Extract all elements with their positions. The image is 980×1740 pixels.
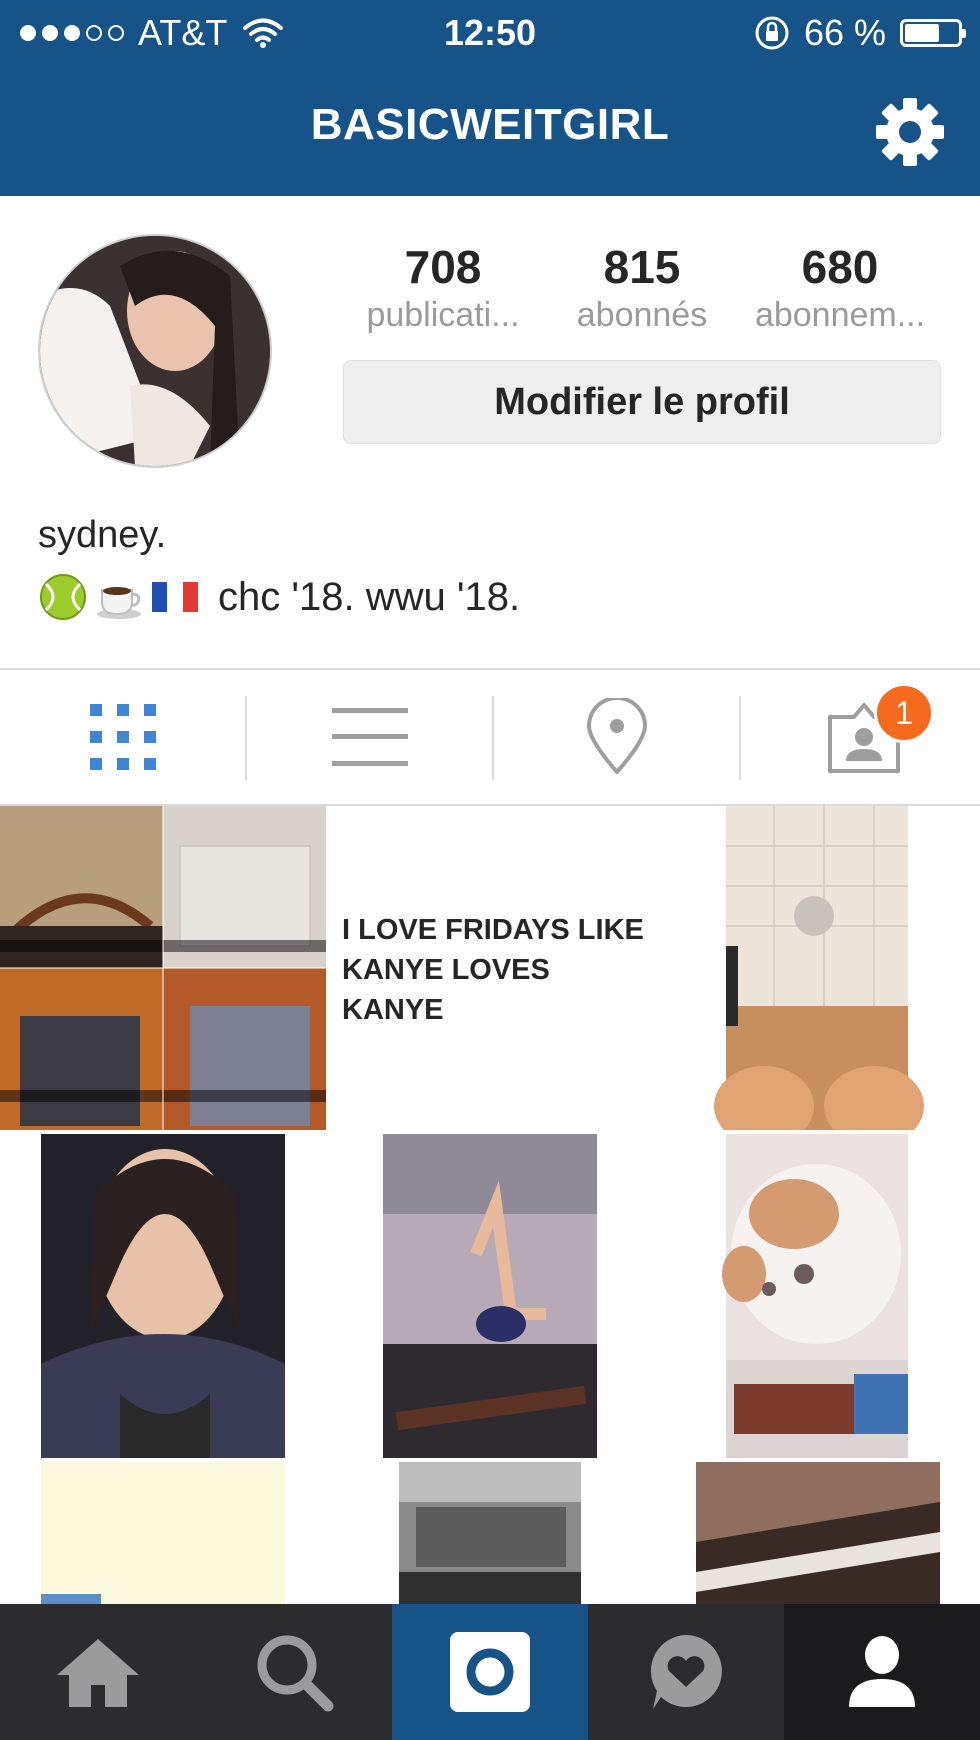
tennis-ball-emoji bbox=[40, 574, 86, 620]
settings-button[interactable] bbox=[870, 92, 950, 172]
gear-icon bbox=[876, 98, 944, 166]
post-selfie-image bbox=[0, 1134, 326, 1458]
tab-list[interactable] bbox=[247, 670, 492, 804]
post-collage-image bbox=[0, 806, 326, 1130]
post-thumbnail[interactable] bbox=[0, 1462, 326, 1604]
post-thumbnail[interactable] bbox=[326, 1462, 654, 1604]
status-bar: AT&T 12:50 66 % bbox=[0, 0, 980, 64]
stat-followers-count: 815 bbox=[603, 241, 681, 293]
edit-profile-button[interactable]: Modifier le profil bbox=[343, 360, 941, 444]
tab-tagged[interactable] bbox=[741, 670, 980, 804]
french-flag-emoji bbox=[152, 582, 198, 612]
post-thumbnail[interactable] bbox=[0, 1134, 326, 1458]
stat-following-label: abonnem... bbox=[754, 296, 926, 334]
stat-following[interactable]: 680 abonnem... bbox=[745, 240, 935, 335]
profile-icon bbox=[849, 1636, 915, 1707]
post-gymnastics-image bbox=[326, 1134, 654, 1458]
tagged-notification-badge: 1 bbox=[874, 683, 934, 743]
bio-text: chc '18. wwu '18. bbox=[218, 574, 521, 619]
tabbar-profile[interactable] bbox=[784, 1604, 980, 1740]
profile-view-tabs bbox=[0, 668, 980, 806]
post-text-line: I LOVE FRIDAYS LIKE bbox=[342, 914, 644, 946]
post-cat-image bbox=[654, 1134, 980, 1458]
stat-following-count: 680 bbox=[801, 241, 879, 293]
location-pin-icon bbox=[586, 698, 647, 774]
profile-username-title: BASICWEITGIRL bbox=[310, 100, 670, 149]
profile-bio: chc '18. wwu '18. bbox=[38, 572, 520, 622]
list-icon bbox=[331, 708, 408, 766]
stat-followers-label: abonnés bbox=[576, 296, 708, 334]
camera-icon bbox=[450, 1632, 530, 1712]
post-bath-image bbox=[654, 806, 980, 1130]
home-icon bbox=[57, 1639, 139, 1707]
profile-avatar[interactable] bbox=[38, 234, 272, 468]
rotation-lock-icon bbox=[755, 16, 789, 50]
post-text-line: KANYE LOVES KANYE bbox=[342, 954, 550, 1026]
stat-posts-count: 708 bbox=[404, 241, 482, 293]
post-thumbnail[interactable] bbox=[654, 1134, 980, 1458]
status-right: 66 % bbox=[754, 12, 966, 54]
profile-name: sydney. bbox=[38, 514, 167, 556]
post-car-image bbox=[326, 1462, 654, 1604]
post-sky-image bbox=[0, 1462, 326, 1604]
tabbar-camera[interactable] bbox=[392, 1604, 588, 1740]
post-piano-image bbox=[654, 1462, 980, 1604]
post-thumbnail[interactable] bbox=[654, 806, 980, 1130]
stat-posts-label: publicati... bbox=[366, 296, 520, 334]
post-text-content: I LOVE FRIDAYS LIKE KANYE LOVES KANYE bbox=[342, 910, 654, 1030]
search-icon bbox=[257, 1635, 334, 1712]
coffee-emoji bbox=[97, 587, 141, 619]
post-thumbnail[interactable] bbox=[326, 1134, 654, 1458]
post-thumbnail[interactable] bbox=[654, 1462, 980, 1604]
tabbar-search[interactable] bbox=[196, 1604, 392, 1740]
grid-icon bbox=[89, 704, 156, 770]
tab-grid[interactable] bbox=[0, 670, 245, 804]
bottom-tab-bar bbox=[0, 1604, 980, 1740]
tab-location[interactable] bbox=[494, 670, 739, 804]
post-text-quote[interactable]: I LOVE FRIDAYS LIKE KANYE LOVES KANYE bbox=[326, 806, 654, 1130]
battery-icon bbox=[900, 19, 966, 47]
tabbar-activity[interactable] bbox=[588, 1604, 784, 1740]
avatar-photo bbox=[40, 236, 270, 466]
post-thumbnail[interactable] bbox=[0, 806, 326, 1130]
activity-heart-icon bbox=[650, 1635, 722, 1709]
stat-followers[interactable]: 815 abonnés bbox=[552, 240, 732, 335]
battery-percent: 66 % bbox=[803, 12, 886, 53]
battery-fill bbox=[905, 24, 939, 42]
stat-posts[interactable]: 708 publicati... bbox=[353, 240, 533, 335]
tabbar-home[interactable] bbox=[0, 1604, 196, 1740]
